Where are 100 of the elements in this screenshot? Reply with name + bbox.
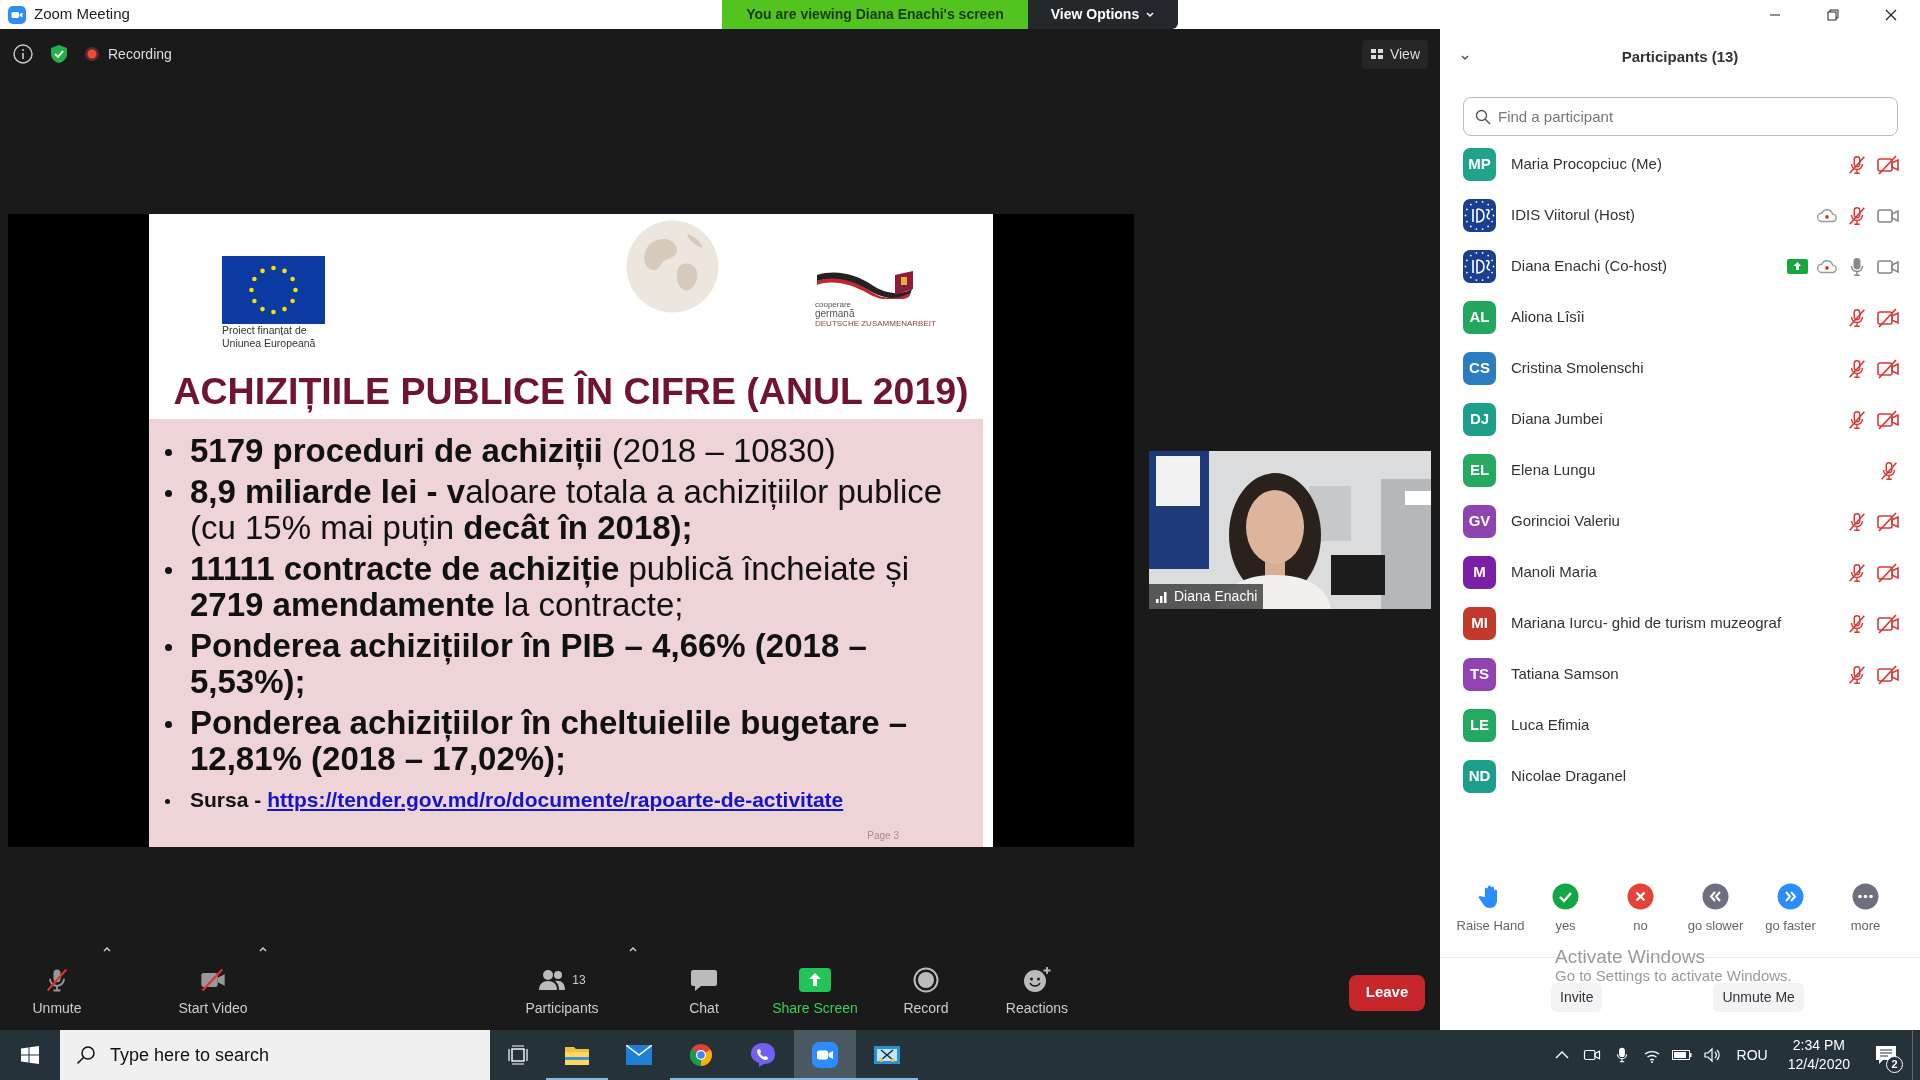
participant-name: Maria Procopciuc (Me) <box>1511 154 1662 175</box>
participant-name: Diana Enachi (Co-host) <box>1511 256 1667 277</box>
participant-row[interactable]: MP Maria Procopciuc (Me) <box>1440 139 1920 190</box>
avatar: EL <box>1463 454 1496 487</box>
panel-title: Participants (13) <box>1620 46 1740 67</box>
activation-message: Go to Settings to activate Windows. <box>1555 967 1792 984</box>
screen-tool-icon <box>873 1044 901 1066</box>
leave-button[interactable]: Leave <box>1349 974 1425 1011</box>
bullet-text: Ponderea achizițiilor în cheltuielile bugetare – 12,81% (2018 – 17,02%); <box>190 704 909 777</box>
toolbar-button[interactable]: Share Screen <box>765 966 865 1019</box>
bullet-icon <box>165 644 172 652</box>
panel-button[interactable]: Unmute Me <box>1713 983 1804 1012</box>
avatar: TS <box>1463 658 1496 691</box>
caption-text: Uniunea Europeană <box>222 336 316 350</box>
logo-text: cooperare <box>815 300 852 309</box>
check-icon <box>1552 882 1579 910</box>
bullet-text: 8,9 miliarde lei - valoare totala a achizițiilor publice (cu 15% mai puțin decât în 2018); <box>190 473 944 546</box>
participant-name: Tatiana Samson <box>1511 664 1619 685</box>
caret-icon <box>1145 9 1156 20</box>
recording-label: Recording <box>108 44 172 64</box>
participant-row[interactable]: ND Nicolae Draganel <box>1440 751 1920 802</box>
participant-row[interactable]: IDIS Viitorul (Host) <box>1440 190 1920 241</box>
caret-icon <box>102 944 112 954</box>
participant-row[interactable]: LE Luca Efimia <box>1440 700 1920 751</box>
folder-icon <box>564 1044 590 1066</box>
toolbar-button[interactable]: Record <box>876 966 976 1019</box>
caret-icon <box>1460 52 1470 63</box>
bullet-icon <box>165 490 172 498</box>
language-indicator[interactable]: ROU <box>1726 1044 1778 1066</box>
fast-forward-icon <box>1777 882 1804 910</box>
close-icon <box>1885 8 1897 21</box>
view-button[interactable]: View <box>1361 39 1428 69</box>
reaction-button[interactable]: Raise Hand <box>1453 882 1528 935</box>
participant-name: Elena Lungu <box>1511 460 1596 481</box>
search-field[interactable]: Type here to search <box>60 1030 490 1080</box>
share-screen-icon <box>799 968 831 992</box>
participant-row[interactable]: MI Mariana Iurcu- ghid de turism muzeograf <box>1440 598 1920 649</box>
windows-logo-icon <box>21 1046 39 1064</box>
reaction-button[interactable]: yes <box>1528 882 1603 935</box>
participant-name: Diana Enachi <box>1174 587 1258 606</box>
avatar: AL <box>1463 301 1496 334</box>
participant-row[interactable]: Diana Enachi (Co-host) <box>1440 241 1920 292</box>
avatar: CS <box>1463 352 1496 385</box>
search-field[interactable]: Find a participant <box>1463 97 1898 136</box>
reaction-button[interactable]: go faster <box>1753 882 1828 935</box>
bullet-icon <box>165 449 172 457</box>
info-icon[interactable] <box>12 43 34 65</box>
view-options-button[interactable]: View Options <box>1028 0 1178 29</box>
record-icon <box>913 967 939 993</box>
flag-icon <box>222 255 325 324</box>
participant-count: 13 <box>572 972 586 989</box>
smiley-icon <box>1023 966 1051 994</box>
participant-name: Gorincioi Valeriu <box>1511 511 1620 532</box>
notifications-button[interactable]: 2 <box>1860 1030 1912 1080</box>
reaction-button[interactable]: go slower <box>1678 882 1753 935</box>
logo-icon <box>1463 250 1496 283</box>
participant-row[interactable]: EL Elena Lungu <box>1440 445 1920 496</box>
participant-name: Luca Efimia <box>1511 715 1590 736</box>
participant-row[interactable]: TS Tatiana Samson <box>1440 649 1920 700</box>
panel-button[interactable]: Invite <box>1551 983 1603 1012</box>
logo-icon <box>1463 199 1496 232</box>
shield-icon[interactable] <box>48 43 70 65</box>
avatar: GV <box>1463 505 1496 538</box>
participant-row[interactable]: CS Cristina Smolenschi <box>1440 343 1920 394</box>
toolbar-button[interactable]: Reactions <box>987 966 1087 1019</box>
avatar: MI <box>1463 607 1496 640</box>
activation-title: Activate Windows <box>1555 946 1705 967</box>
participant-name: Nicolae Draganel <box>1511 766 1627 787</box>
bullet-text: Ponderea achizițiilor în PIB – 4,66% (2018 – 5,53%); <box>190 627 868 700</box>
caption-text: Proiect finanțat de <box>222 323 307 337</box>
signal-icon <box>1155 589 1169 604</box>
toolbar-button[interactable]: Start Video <box>173 966 253 1019</box>
restore-icon <box>1827 8 1839 21</box>
bullet-icon <box>165 721 172 729</box>
screen-share-banner: You are viewing Diana Enachi's screen <box>722 0 1028 29</box>
close-icon <box>1627 882 1654 910</box>
reaction-button[interactable]: no <box>1603 882 1678 935</box>
participant-name: Diana Jumbei <box>1511 409 1603 430</box>
taskbar-app-button[interactable] <box>794 1030 856 1080</box>
logo-text: DEUTSCHE ZUSAMMENARBEIT <box>815 318 936 328</box>
toolbar-button[interactable]: Unmute <box>17 966 97 1019</box>
caret-icon <box>628 944 638 954</box>
toolbar-button[interactable]: 13 Participants <box>512 966 612 1019</box>
participant-row[interactable]: GV Gorincioi Valeriu <box>1440 496 1920 547</box>
participant-name: Mariana Iurcu- ghid de turism muzeograf <box>1511 613 1782 634</box>
participant-row[interactable]: M Manoli Maria <box>1440 547 1920 598</box>
logo-text: germană <box>815 308 855 319</box>
participant-row[interactable]: AL Aliona Lîsîi <box>1440 292 1920 343</box>
bullet-text: 5179 proceduri de achiziții (2018 – 10830) <box>190 432 836 469</box>
avatar: ND <box>1463 760 1496 793</box>
source-link[interactable]: https://tender.gov.md/ro/documente/rapoarte-de-activitate <box>267 783 844 815</box>
toolbar-button[interactable]: Chat <box>654 966 754 1019</box>
mail-icon <box>626 1045 652 1065</box>
browser-icon <box>689 1043 713 1067</box>
avatar: MP <box>1463 148 1496 181</box>
reaction-button[interactable]: more <box>1828 882 1903 935</box>
clock[interactable]: 2:34 PM 12/4/2020 <box>1777 1036 1860 1074</box>
more-icon <box>1852 882 1879 910</box>
grid-icon <box>1369 47 1384 61</box>
participant-row[interactable]: DJ Diana Jumbei <box>1440 394 1920 445</box>
